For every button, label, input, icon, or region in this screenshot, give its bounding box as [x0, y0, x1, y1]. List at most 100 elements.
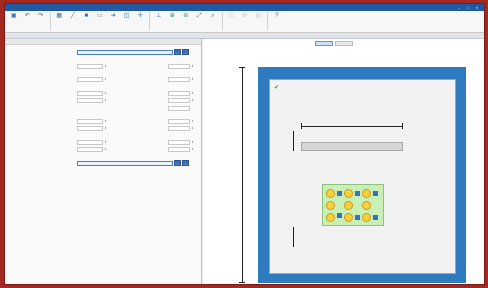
search-button[interactable]: ⌕ [206, 12, 220, 29]
browse-button[interactable]: … [182, 160, 189, 166]
view-tab-2[interactable] [335, 41, 353, 46]
cell-connector [337, 191, 342, 196]
property-input[interactable] [77, 49, 173, 55]
property-input[interactable] [168, 98, 190, 103]
spin-icon[interactable]: ⇕ [191, 126, 194, 131]
arrow-icon: ➜ [110, 12, 116, 19]
view-tab-1[interactable] [315, 41, 333, 46]
frame-button[interactable]: ◫ [120, 12, 134, 29]
property-input[interactable] [77, 77, 103, 82]
property-input[interactable] [77, 139, 103, 145]
spin-icon[interactable]: ⇕ [191, 64, 194, 69]
property-row: ⇕ ⇕ [5, 98, 201, 104]
property-input[interactable] [168, 118, 190, 124]
pin-icon: ⊥ [156, 12, 162, 19]
property-input[interactable] [77, 63, 103, 69]
spin-icon[interactable]: ⇕ [104, 119, 107, 124]
cell-item [362, 189, 371, 198]
cell-item [326, 213, 335, 222]
property-row: …… [5, 160, 201, 166]
property-input[interactable] [168, 105, 190, 111]
minimize-button[interactable]: – [457, 6, 461, 10]
property-input[interactable] [168, 147, 190, 152]
width-dimension-tick-left [301, 123, 302, 129]
spin-icon[interactable]: ⇕ [104, 140, 107, 145]
property-row: …… [5, 49, 201, 55]
spin-icon[interactable]: ⇕ [104, 126, 107, 131]
rect-button[interactable]: ▭ [93, 12, 107, 29]
browse-button[interactable]: … [174, 160, 181, 166]
square-button[interactable]: ■ [80, 12, 94, 29]
settings-button[interactable]: ⚙ [238, 12, 252, 29]
help-button[interactable]: ? [270, 12, 284, 29]
browse-button[interactable]: … [174, 49, 181, 55]
cell-item [326, 201, 335, 210]
top-gap-dimension-line [293, 131, 294, 151]
spin-icon[interactable]: ⇕ [191, 77, 194, 82]
line-button[interactable]: ╱ [66, 12, 80, 29]
zoom-out-icon: ⊖ [183, 12, 189, 19]
property-row: ⇕ ⇕ [5, 90, 201, 96]
grid2-button[interactable]: ▤ [252, 12, 266, 29]
cell-item [326, 189, 335, 198]
save-button[interactable]: ▣ [7, 12, 21, 29]
undo-icon: ↶ [24, 12, 30, 19]
pin-button[interactable]: ⊥ [152, 12, 166, 29]
overlay-checkbox[interactable]: ✔ [274, 85, 281, 91]
property-row: ⇕ ⇕ [5, 139, 201, 145]
checkmark-icon: ✔ [274, 85, 280, 91]
cell-connector [337, 213, 342, 218]
zoom-out-button[interactable]: ⊖ [179, 12, 193, 29]
property-input[interactable] [168, 63, 190, 69]
grid-icon: ▦ [56, 12, 63, 19]
property-input[interactable] [77, 147, 103, 152]
property-input[interactable] [168, 77, 190, 82]
property-input[interactable] [77, 118, 103, 124]
width-dimension-tick-right [402, 123, 403, 129]
spin-icon[interactable]: ⇕ [104, 147, 107, 152]
axis-button[interactable]: ✛ [134, 12, 148, 29]
spin-icon[interactable]: ⇕ [104, 98, 107, 103]
rect-icon: ▭ [96, 12, 103, 19]
property-input[interactable] [168, 126, 190, 131]
cell-item [344, 201, 353, 210]
grid2-icon: ▤ [255, 12, 262, 19]
fit-button[interactable]: ⤢ [193, 12, 207, 29]
property-row [5, 105, 201, 111]
settings-icon: ⚙ [242, 12, 248, 19]
property-input[interactable] [77, 98, 103, 103]
zoom-in-button[interactable]: ⊕ [166, 12, 180, 29]
ribbon-separator [221, 12, 223, 30]
redo-button[interactable]: ↷ [34, 12, 48, 29]
arrow-button[interactable]: ➜ [107, 12, 121, 29]
view-tabs [315, 41, 353, 46]
square-icon: ■ [84, 12, 89, 19]
maximize-button[interactable]: □ [466, 6, 470, 10]
cell-item [362, 213, 371, 222]
drawing-canvas[interactable]: ✔ [203, 39, 484, 284]
inner-plate [269, 79, 456, 274]
cell-connector [355, 215, 360, 220]
close-button[interactable]: ✕ [475, 6, 479, 10]
property-input[interactable] [77, 160, 173, 166]
spin-icon[interactable]: ⇕ [191, 119, 194, 124]
grid-button[interactable]: ▦ [53, 12, 67, 29]
spin-icon[interactable]: ⇕ [191, 140, 194, 145]
bottom-gap-dimension-line [293, 227, 294, 247]
spin-icon[interactable]: ⇕ [104, 64, 107, 69]
property-input[interactable] [77, 126, 103, 131]
spin-icon[interactable]: ⇕ [191, 91, 194, 96]
property-input[interactable] [168, 139, 190, 145]
zoom-in-icon: ⊕ [169, 12, 175, 19]
spin-icon[interactable]: ⇕ [191, 147, 194, 152]
gate-block[interactable] [301, 142, 403, 151]
property-input[interactable] [77, 90, 103, 96]
cell-module[interactable] [322, 184, 384, 226]
spin-icon[interactable]: ⇕ [191, 98, 194, 103]
undo-button[interactable]: ↶ [21, 12, 35, 29]
spin-icon[interactable]: ⇕ [104, 91, 107, 96]
spin-icon[interactable]: ⇕ [104, 77, 107, 82]
browse-button[interactable]: … [182, 49, 189, 55]
property-input[interactable] [168, 90, 190, 96]
lock-button[interactable]: ⊡ [225, 12, 239, 29]
